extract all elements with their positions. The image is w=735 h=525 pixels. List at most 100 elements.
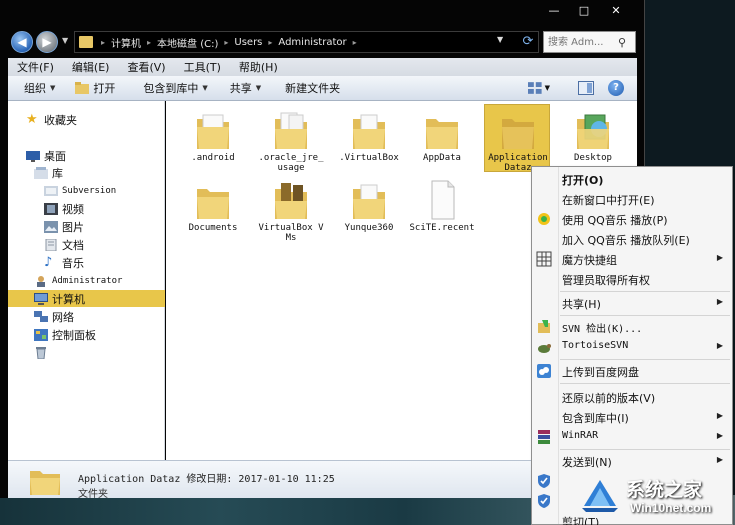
cm-baidu-upload[interactable]: 上传到百度网盘 <box>532 361 732 381</box>
cm-include-library[interactable]: 包含到库中(I) ▶ <box>532 407 732 427</box>
desktop-folder-icon <box>577 114 609 149</box>
address-bar[interactable]: ▸ 计算机 ▸ 本地磁盘 (C:) ▸ Users ▸ Administrato… <box>74 31 539 53</box>
nav-desktop[interactable]: 桌面 <box>8 147 165 164</box>
breadcrumb-separator[interactable]: ▸ <box>145 38 153 47</box>
menu-help[interactable]: 帮助(H) <box>230 59 287 75</box>
minimize-button[interactable]: — <box>542 2 566 20</box>
menu-edit[interactable]: 编辑(E) <box>63 59 119 75</box>
nav-videos-label: 视频 <box>62 202 84 216</box>
file-name: VirtualBox VMs <box>258 223 324 243</box>
cm-tortoisesvn[interactable]: TortoiseSVN ▶ <box>532 337 732 357</box>
svn-checkout-icon <box>538 320 550 333</box>
file-name: Desktop <box>574 153 612 163</box>
video-icon <box>44 202 58 215</box>
open-button[interactable]: 打开 <box>63 80 123 96</box>
breadcrumb-users[interactable]: Users <box>230 37 266 48</box>
nav-music[interactable]: ♪ 音乐 <box>8 254 165 271</box>
folder-item[interactable]: Documents <box>180 175 246 243</box>
document-icon <box>431 180 455 220</box>
cm-qqmusic-queue[interactable]: 加入 QQ音乐 播放队列(E) <box>532 229 732 249</box>
submenu-arrow-icon: ▶ <box>716 431 723 440</box>
breadcrumb-local-disk[interactable]: 本地磁盘 (C:) <box>153 35 222 50</box>
maximize-button[interactable]: □ <box>572 2 596 20</box>
nav-subversion[interactable]: Subversion <box>8 182 165 199</box>
chevron-down-icon: ▼ <box>202 84 208 92</box>
nav-computer[interactable]: 计算机 <box>8 290 165 307</box>
forward-button[interactable]: ▶ <box>36 31 58 53</box>
nav-library[interactable]: 库 <box>8 164 165 181</box>
cm-open-label: 打开(O) <box>562 174 604 187</box>
breadcrumb-separator[interactable]: ▸ <box>99 38 107 47</box>
watermark-subtitle: Win10net.com <box>630 501 712 515</box>
breadcrumb-separator[interactable]: ▸ <box>351 38 359 47</box>
cm-restore-versions[interactable]: 还原以前的版本(V) <box>532 387 732 407</box>
search-icon[interactable]: ⚲ <box>618 36 626 49</box>
search-input[interactable] <box>544 33 618 51</box>
cm-winrar[interactable]: WinRAR ▶ <box>532 427 732 447</box>
chevron-down-icon: ▼ <box>255 84 262 92</box>
nav-control-panel[interactable]: 控制面板 <box>8 326 165 343</box>
folder-item[interactable]: .oracle_jre_usage <box>258 105 324 173</box>
back-button[interactable]: ◀ <box>11 31 33 53</box>
close-button[interactable]: ✕ <box>604 2 628 20</box>
nav-administrator[interactable]: Administrator <box>8 272 165 289</box>
folder-item[interactable]: Yunque360 <box>336 175 402 243</box>
folder-item[interactable]: .android <box>180 105 246 173</box>
breadcrumb-computer[interactable]: 计算机 <box>107 35 145 50</box>
breadcrumb-separator[interactable]: ▸ <box>266 38 274 47</box>
nav-network[interactable]: 网络 <box>8 308 165 325</box>
cm-take-ownership[interactable]: 管理员取得所有权 <box>532 269 732 289</box>
nav-documents[interactable]: 文档 <box>8 236 165 253</box>
menu-file[interactable]: 文件(F) <box>8 59 63 75</box>
refresh-icon[interactable]: ⟳ <box>519 33 537 51</box>
cm-svn-checkout[interactable]: SVN 检出(K)... <box>532 317 732 337</box>
nav-recycle-bin[interactable] <box>8 344 165 361</box>
menu-tools[interactable]: 工具(T) <box>175 59 230 75</box>
nav-favorites[interactable]: ★ 收藏夹 <box>8 111 165 128</box>
include-in-library-label: 包含到库中 <box>143 82 199 95</box>
grid-icon <box>536 251 552 267</box>
change-view-button[interactable]: ▼ <box>528 81 550 95</box>
file-item[interactable]: SciTE.recent <box>409 175 475 243</box>
organize-button[interactable]: 组织 ▼ <box>8 80 63 96</box>
breadcrumb-separator[interactable]: ▸ <box>222 38 230 47</box>
documents-icon <box>45 238 57 251</box>
folder-item[interactable]: VirtualBox VMs <box>258 175 324 243</box>
music-icon: ♪ <box>44 254 53 270</box>
menu-view[interactable]: 查看(V) <box>118 59 174 75</box>
include-in-library-button[interactable]: 包含到库中 ▼ <box>123 80 215 96</box>
submenu-arrow-icon: ▶ <box>716 455 723 464</box>
file-name: Yunque360 <box>344 223 394 233</box>
cm-share[interactable]: 共享(H) ▶ <box>532 293 732 313</box>
nav-videos[interactable]: 视频 <box>8 200 165 217</box>
menu-separator <box>560 315 730 316</box>
back-arrow-icon: ◀ <box>17 35 27 49</box>
folder-item[interactable]: .VirtualBox <box>336 105 402 173</box>
new-folder-button[interactable]: 新建文件夹 <box>269 80 348 96</box>
help-icon[interactable]: ? <box>608 80 624 96</box>
nav-library-label: 库 <box>52 166 63 180</box>
folder-item[interactable]: AppData <box>409 105 475 173</box>
address-history-dropdown[interactable]: ▼ <box>497 35 503 44</box>
preview-pane-button[interactable] <box>578 81 594 95</box>
folder-icon <box>197 189 229 219</box>
folder-icon <box>502 119 534 149</box>
search-box[interactable]: ⚲ <box>543 31 636 53</box>
share-button[interactable]: 共享 ▼ <box>216 80 269 96</box>
desktop-icon <box>26 150 40 162</box>
folder-item[interactable]: Desktop <box>560 105 626 173</box>
cm-qqmusic-play[interactable]: 使用 QQ音乐 播放(P) <box>532 209 732 229</box>
nav-pictures[interactable]: 图片 <box>8 218 165 235</box>
folder-item-selected[interactable]: Application Dataz <box>484 104 550 173</box>
control-panel-icon <box>34 328 48 341</box>
cm-open[interactable]: 打开(O) <box>532 169 732 189</box>
pictures-icon <box>44 220 58 233</box>
cm-mofang-group-label: 魔方快捷组 <box>562 254 617 267</box>
view-options-icon <box>528 82 542 94</box>
cm-mofang-group[interactable]: 魔方快捷组 ▶ <box>532 249 732 269</box>
folder-icon <box>353 114 385 149</box>
recent-pages-dropdown[interactable]: ▼ <box>62 36 70 46</box>
breadcrumb-administrator[interactable]: Administrator <box>274 37 350 48</box>
folder-icon <box>30 471 60 495</box>
cm-open-new-window[interactable]: 在新窗口中打开(E) <box>532 189 732 209</box>
